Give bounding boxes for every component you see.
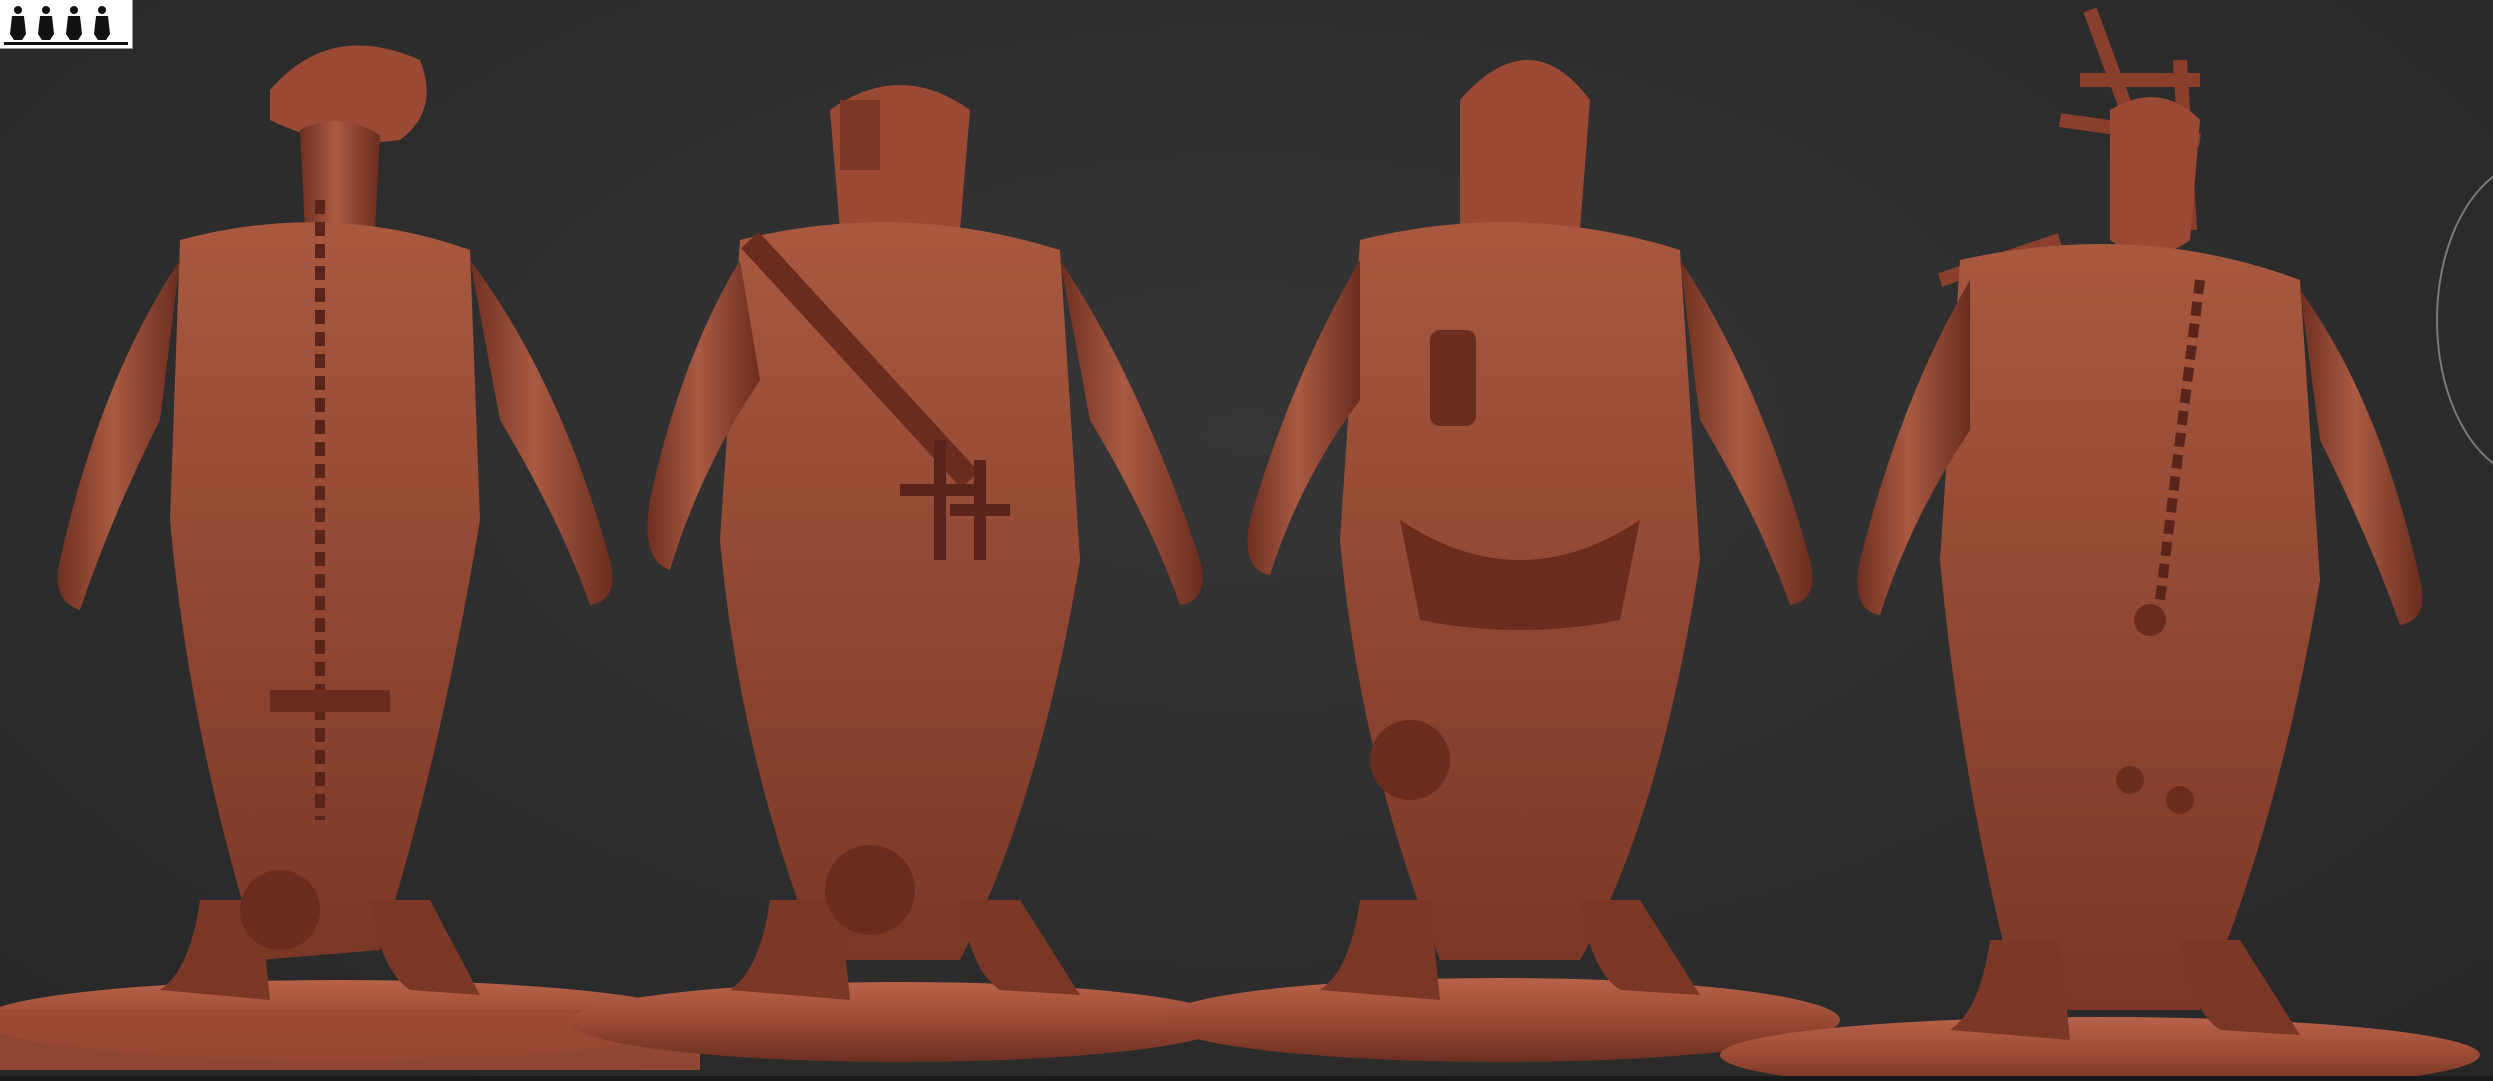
ghoul-figure-1[interactable] <box>57 45 613 1000</box>
viewport-bottom-edge <box>0 1076 2493 1081</box>
figures-silhouette-icon <box>4 6 128 45</box>
ghoul-figure-4[interactable] <box>1857 7 2423 1040</box>
ghoul-figure-3[interactable] <box>1247 60 1813 1000</box>
base-2 <box>570 982 1230 1062</box>
ghoul-figure-2[interactable] <box>647 85 1203 1000</box>
sculpt-scene[interactable] <box>0 0 2493 1081</box>
figures-thumbnail[interactable] <box>0 0 133 49</box>
sculpt-viewport[interactable] <box>0 0 2493 1081</box>
